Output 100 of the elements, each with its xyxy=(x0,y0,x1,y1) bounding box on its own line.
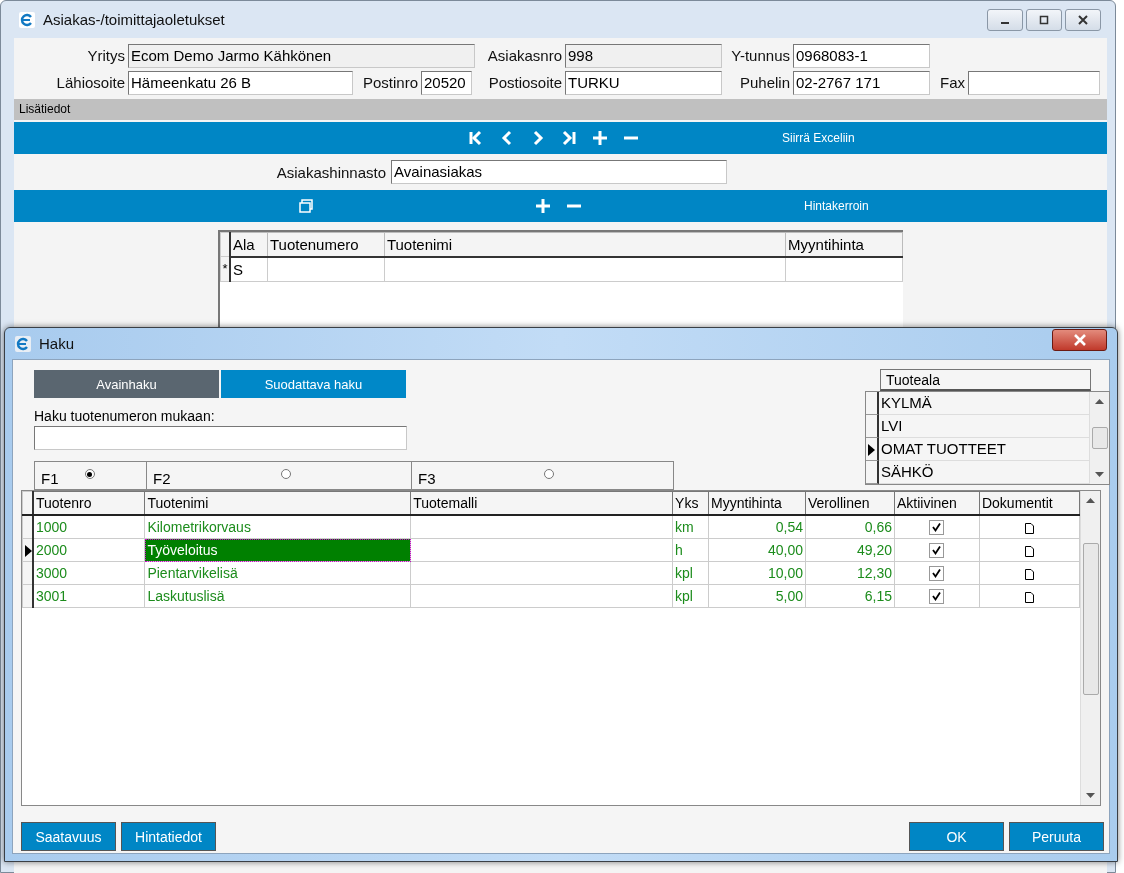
search-field[interactable] xyxy=(34,426,407,450)
scroll-up-icon[interactable] xyxy=(1086,497,1095,503)
table-cell: 49,20 xyxy=(805,538,895,562)
row-marker: * xyxy=(220,256,230,281)
app-logo-icon xyxy=(19,11,35,28)
column-header[interactable]: Tuotenimi xyxy=(384,232,786,257)
action-button[interactable]: Hintatiedot xyxy=(121,822,216,851)
text-field[interactable]: Ecom Demo Jarmo Kähkönen xyxy=(128,43,475,68)
field-label: Postiosoite xyxy=(487,74,562,91)
field-label: Asiakashinnasto xyxy=(275,163,386,181)
column-header[interactable]: Dokumentit xyxy=(979,491,1080,515)
radio-button[interactable] xyxy=(280,469,291,479)
column-header[interactable]: Myyntihinta xyxy=(785,232,903,257)
table-cell: 3000 xyxy=(33,561,145,585)
window-title: Haku xyxy=(39,335,75,352)
column-header[interactable]: Tuotemalli xyxy=(410,491,673,515)
column-header[interactable]: Tuotenimi xyxy=(144,491,411,515)
checkbox[interactable] xyxy=(929,589,945,605)
close-button[interactable] xyxy=(1065,8,1101,31)
radio-button[interactable] xyxy=(543,469,554,479)
table-cell: 5,00 xyxy=(708,584,806,608)
dialog-button[interactable]: Peruuta xyxy=(1009,822,1104,851)
field-label: Yritys xyxy=(86,47,125,64)
column-header[interactable]: Ala xyxy=(230,232,268,257)
factor-button[interactable]: Hintakerroin xyxy=(798,195,875,217)
table-cell: kpl xyxy=(672,584,709,608)
close-icon xyxy=(1071,334,1088,346)
export-button[interactable]: Siirrä Exceliin xyxy=(776,127,861,149)
option-label: F3 xyxy=(418,470,436,487)
windows-icon[interactable] xyxy=(298,198,314,214)
column-header[interactable]: Myyntihinta xyxy=(708,491,806,515)
text-field[interactable]: Avainasiakas xyxy=(391,160,727,184)
table-cell: 0,66 xyxy=(805,515,895,539)
column-header[interactable]: Yks xyxy=(672,491,709,515)
list-item[interactable]: KYLMÄ xyxy=(879,392,1089,415)
skip-forward-icon[interactable] xyxy=(561,130,577,146)
scroll-down-icon[interactable] xyxy=(1086,793,1095,799)
field-label: Y-tunnus xyxy=(730,47,790,64)
close-button[interactable] xyxy=(1052,329,1107,351)
text-field[interactable]: 998 xyxy=(565,43,722,68)
checkbox[interactable] xyxy=(929,543,945,559)
table-cell: 0,54 xyxy=(708,515,806,539)
table-cell: 2000 xyxy=(33,538,145,562)
maximize-button[interactable] xyxy=(1026,8,1062,31)
document-icon[interactable] xyxy=(1024,522,1034,534)
scrollbar[interactable] xyxy=(1080,491,1100,805)
field-label: Asiakasnro xyxy=(486,47,562,64)
skip-back-icon[interactable] xyxy=(468,130,484,146)
tab[interactable]: Suodattava haku xyxy=(221,370,406,398)
document-icon[interactable] xyxy=(1024,591,1034,603)
table-cell: km xyxy=(672,515,709,539)
table-cell: h xyxy=(672,538,709,562)
scrollbar[interactable] xyxy=(1089,392,1109,484)
table-cell: Laskutuslisä xyxy=(144,584,411,608)
tab[interactable]: Avainhaku xyxy=(34,370,219,398)
section-header[interactable]: Lisätiedot xyxy=(14,99,1107,120)
table-cell: Kilometrikorvaus xyxy=(144,515,411,539)
option-label: F1 xyxy=(41,470,59,487)
table-cell: 12,30 xyxy=(805,561,895,585)
column-header[interactable]: Tuotenumero xyxy=(267,232,385,257)
scroll-down-icon[interactable] xyxy=(1095,472,1104,478)
text-field[interactable]: 02-2767 171 xyxy=(793,70,930,95)
scrollbar-thumb[interactable] xyxy=(1091,427,1108,449)
text-field[interactable]: Hämeenkatu 26 B xyxy=(128,70,353,95)
action-button[interactable]: Saatavuus xyxy=(21,822,116,851)
checkbox[interactable] xyxy=(929,520,945,536)
table-cell: Pientarvikelisä xyxy=(144,561,411,585)
plus-icon[interactable] xyxy=(535,198,551,214)
list-item[interactable]: SÄHKÖ xyxy=(879,461,1089,484)
dialog-button[interactable]: OK xyxy=(909,822,1004,851)
document-icon[interactable] xyxy=(1024,568,1034,580)
scrollbar-thumb[interactable] xyxy=(1082,543,1099,695)
field-label: Postinro xyxy=(361,74,418,91)
field-label: Lähiosoite xyxy=(55,74,125,91)
option-label: F2 xyxy=(153,470,171,487)
scroll-up-icon[interactable] xyxy=(1095,398,1104,404)
table-cell: kpl xyxy=(672,561,709,585)
maximize-icon xyxy=(1038,14,1050,25)
key-option[interactable]: F1 xyxy=(34,461,146,490)
column-header[interactable]: Tuotenro xyxy=(33,491,145,515)
column-header[interactable]: Aktiivinen xyxy=(894,491,980,515)
text-field[interactable] xyxy=(968,70,1100,95)
minimize-icon xyxy=(1001,21,1009,24)
field-label: Fax xyxy=(939,74,965,91)
key-option[interactable]: F3 xyxy=(411,461,674,490)
plus-icon[interactable] xyxy=(592,130,608,146)
table-cell: 40,00 xyxy=(708,538,806,562)
field-label: Puhelin xyxy=(738,74,790,91)
app-logo-icon xyxy=(15,335,31,352)
table-cell: Työveloitus xyxy=(144,538,411,562)
column-header[interactable]: Verollinen xyxy=(805,491,895,515)
table-cell: 6,15 xyxy=(805,584,895,608)
close-icon xyxy=(1077,14,1089,25)
checkbox[interactable] xyxy=(929,566,945,582)
text-field[interactable]: TURKU xyxy=(565,70,722,95)
key-option[interactable]: F2 xyxy=(146,461,411,490)
document-icon[interactable] xyxy=(1024,545,1034,557)
text-field[interactable]: 20520 xyxy=(421,70,472,95)
radio-button[interactable] xyxy=(84,469,95,479)
text-field[interactable]: 0968083-1 xyxy=(793,43,930,68)
